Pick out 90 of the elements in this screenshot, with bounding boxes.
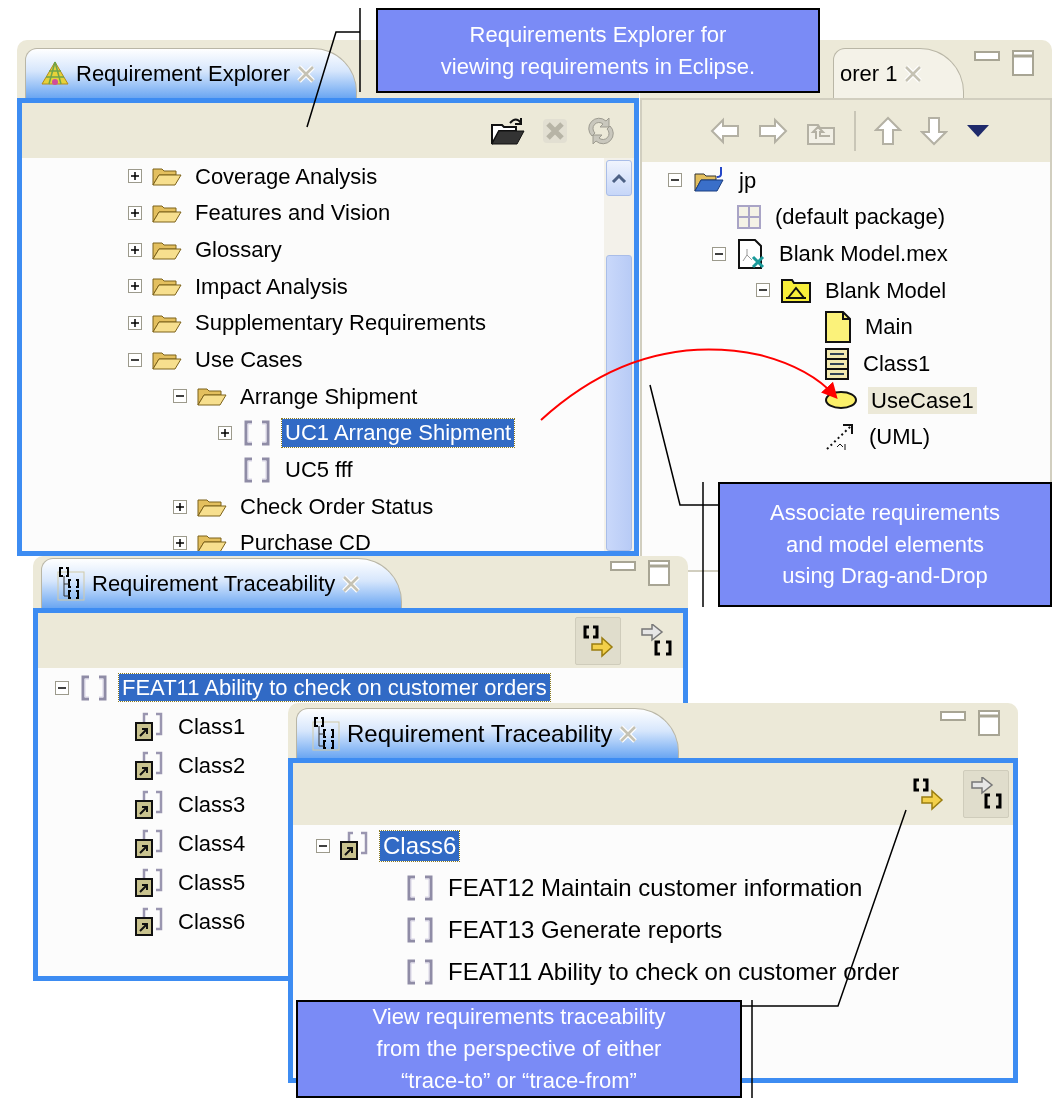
expand-toggle[interactable]	[128, 206, 142, 221]
callout-note: Requirements Explorer for viewing requirements in Eclipse.	[376, 8, 820, 93]
requirement-icon	[79, 674, 109, 701]
tree-item[interactable]: Purchase CD	[237, 529, 374, 551]
tree-item[interactable]: jp	[736, 166, 760, 195]
arrow-to-bracket-icon	[970, 777, 1002, 811]
requirement-icon	[405, 917, 435, 943]
trace-to-button[interactable]	[575, 616, 621, 665]
requirement-icon	[242, 420, 272, 447]
tree-item[interactable]: Impact Analysis	[192, 272, 351, 301]
class-link-icon	[135, 867, 165, 898]
collapse-toggle[interactable]	[173, 389, 187, 404]
expand-toggle[interactable]	[128, 279, 142, 294]
collapse-toggle[interactable]	[316, 839, 330, 853]
expand-toggle[interactable]	[173, 536, 187, 551]
chevron-up-icon	[611, 173, 627, 183]
tree-item[interactable]: Arrange Shipment	[237, 382, 421, 411]
folder-icon	[152, 165, 182, 188]
class-link-icon	[340, 831, 370, 861]
class-link-icon	[135, 906, 165, 937]
class-link-icon	[135, 828, 165, 859]
scroll-up-button[interactable]	[606, 160, 632, 196]
expand-toggle[interactable]	[128, 169, 142, 184]
tree-item[interactable]: Use Cases	[192, 346, 306, 374]
collapse-toggle[interactable]	[668, 173, 682, 188]
scrollbar-thumb[interactable]	[606, 255, 632, 551]
trace-tree-icon	[311, 715, 341, 752]
folder-icon	[152, 275, 182, 298]
tree-item[interactable]: FEAT13 Generate reports	[445, 915, 726, 945]
tree-item[interactable]: Class5	[175, 868, 249, 897]
requirement-icon	[242, 456, 272, 483]
dotted-arrow-icon	[824, 422, 856, 453]
expand-toggle[interactable]	[218, 426, 232, 441]
requirement-icon	[405, 875, 435, 901]
model-file-icon	[736, 238, 766, 269]
tree-item[interactable]: Class2	[175, 751, 249, 780]
tree-item[interactable]: FEAT12 Maintain customer information	[445, 873, 866, 903]
tree-item[interactable]: UC1 Arrange Shipment	[282, 419, 515, 447]
tree-item[interactable]: Class1	[175, 712, 249, 741]
bracket-to-arrow-icon	[912, 777, 944, 811]
diagram-page-icon	[824, 310, 852, 345]
tree-item[interactable]: Class1	[860, 350, 934, 378]
tree-item[interactable]: Check Order Status	[237, 492, 437, 521]
view-tab[interactable]: orer 1	[833, 48, 965, 98]
tree-item[interactable]: Class4	[175, 829, 249, 858]
callout-note: View requirements traceability from the perspective of either “trace-to” or “trace-from”	[296, 1000, 742, 1098]
class-link-icon	[135, 750, 165, 781]
folder-icon	[197, 532, 227, 551]
class-icon	[824, 346, 850, 381]
trace-tree-icon	[56, 565, 86, 602]
tree-item[interactable]: Class6	[175, 907, 249, 936]
tree-item[interactable]: FEAT11 Ability to check on customer orders	[119, 673, 550, 702]
tree-item[interactable]: Glossary	[192, 235, 285, 264]
package-icon	[736, 204, 762, 231]
pyramid-icon	[40, 59, 70, 88]
tree-item[interactable]: Class6	[380, 831, 460, 861]
expand-toggle[interactable]	[128, 242, 142, 257]
tree-item[interactable]: Blank Model.mex	[776, 239, 951, 268]
package-folder-icon	[692, 166, 726, 195]
collapse-toggle[interactable]	[756, 283, 770, 298]
tree-item[interactable]: Blank Model	[822, 276, 950, 305]
tree-item[interactable]: Class3	[175, 790, 249, 819]
view-tab[interactable]: Requirement Traceability	[41, 558, 403, 608]
collapse-toggle[interactable]	[712, 246, 726, 261]
requirement-icon	[405, 959, 435, 985]
tree-item[interactable]: UseCase1	[868, 386, 977, 415]
tree-item[interactable]: Supplementary Requirements	[192, 309, 490, 337]
trace-from-button[interactable]	[963, 770, 1009, 818]
tree-item[interactable]: (default package)	[772, 203, 948, 231]
class-link-icon	[135, 711, 165, 742]
class-link-icon	[135, 789, 165, 820]
expand-toggle[interactable]	[128, 316, 142, 331]
view-tab[interactable]: Requirement Explorer	[25, 48, 357, 98]
arrow-to-bracket-icon	[640, 623, 672, 658]
collapse-toggle[interactable]	[55, 680, 69, 695]
expand-toggle[interactable]	[173, 499, 187, 514]
view-tab[interactable]: Requirement Traceability	[296, 708, 680, 758]
tree-item[interactable]: (UML)	[866, 423, 934, 451]
dropdown-triangle-icon[interactable]	[966, 124, 990, 138]
bracket-to-arrow-icon	[582, 623, 614, 658]
tree-item[interactable]: Main	[862, 313, 916, 341]
folder-icon	[197, 385, 227, 408]
folder-icon	[152, 312, 182, 335]
tree-item[interactable]: Features and Vision	[192, 199, 394, 227]
collapse-toggle[interactable]	[128, 352, 142, 367]
model-folder-icon	[780, 276, 812, 305]
tree-item[interactable]: UC5 fff	[282, 456, 356, 484]
callout-note: Associate requirements and model elements using Drag-and-Drop	[718, 482, 1052, 607]
tree-item[interactable]: Coverage Analysis	[192, 162, 381, 191]
folder-icon	[152, 202, 182, 225]
